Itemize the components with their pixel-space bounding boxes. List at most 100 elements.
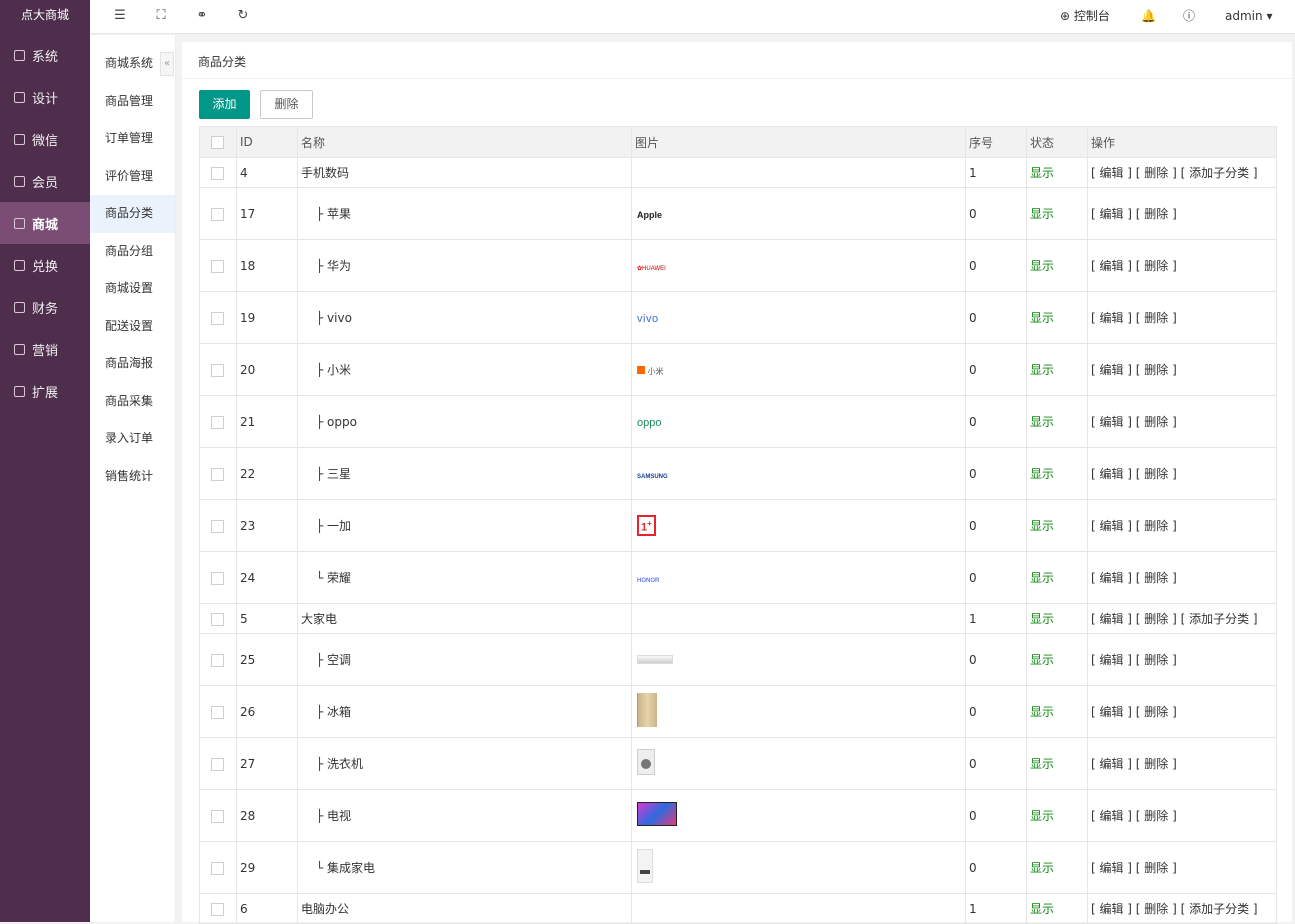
caret-down-icon: ▾: [1266, 9, 1273, 23]
row-checkbox[interactable]: [211, 571, 224, 585]
row-checkbox[interactable]: [211, 207, 224, 221]
left-nav-label: 财务: [32, 301, 59, 317]
row-checkbox[interactable]: [211, 809, 224, 823]
sub-nav-item[interactable]: 商品分组: [90, 233, 175, 271]
row-checkbox[interactable]: [211, 757, 224, 771]
cell-name: 大家电: [297, 603, 632, 634]
row-checkbox[interactable]: [211, 612, 224, 626]
oneplus-logo-image: 1+: [637, 514, 656, 537]
sub-nav-item[interactable]: 配送设置: [90, 308, 175, 346]
row-checkbox[interactable]: [211, 653, 224, 667]
cell-actions[interactable]: [ 编辑 ] [ 删除 ] [ 添加子分类 ]: [1087, 157, 1277, 188]
bell-icon[interactable]: 🔔: [1141, 8, 1156, 24]
cell-actions[interactable]: [ 编辑 ] [ 删除 ]: [1087, 685, 1277, 738]
gift-icon: [14, 343, 25, 355]
row-checkbox[interactable]: [211, 467, 224, 481]
cell-select: [199, 737, 237, 790]
add-button[interactable]: 添加: [199, 90, 250, 119]
cell-select: [199, 685, 237, 738]
table-row: 18 ├ 华为 ✿HUAWEI 0 显示[ 编辑 ] [ 删除 ]: [199, 239, 1277, 292]
cell-actions[interactable]: [ 编辑 ] [ 删除 ]: [1087, 551, 1277, 604]
left-nav: 点大商城 系统 设计 微信 会员 商城 兑换 财务 营销 扩展: [0, 0, 90, 922]
header-select-all[interactable]: [199, 126, 237, 158]
xiaomi-logo-image: 小米: [637, 363, 664, 377]
cell-select: [199, 395, 237, 448]
cell-actions[interactable]: [ 编辑 ] [ 删除 ]: [1087, 737, 1277, 790]
row-checkbox[interactable]: [211, 902, 224, 916]
row-checkbox[interactable]: [211, 861, 224, 875]
apple-logo-image: Apple: [637, 209, 663, 220]
left-nav-item[interactable]: 商城: [0, 202, 90, 244]
console-link[interactable]: ⊕ 控制台: [1060, 8, 1110, 24]
left-nav-item[interactable]: 财务: [0, 286, 90, 328]
fullscreen-icon[interactable]: ⛶: [153, 8, 169, 24]
left-nav-item[interactable]: 微信: [0, 118, 90, 160]
select-all-checkbox[interactable]: [211, 136, 224, 149]
left-nav-item[interactable]: 营销: [0, 328, 90, 370]
row-checkbox[interactable]: [211, 415, 224, 429]
left-nav-list: 系统设计微信 会员 商城 兑换财务营销扩展: [0, 34, 90, 412]
cell-actions[interactable]: [ 编辑 ] [ 删除 ] [ 添加子分类 ]: [1087, 603, 1277, 634]
row-checkbox[interactable]: [211, 519, 224, 533]
left-nav-item[interactable]: 设计: [0, 76, 90, 118]
row-checkbox[interactable]: [211, 705, 224, 719]
cell-actions[interactable]: [ 编辑 ] [ 删除 ]: [1087, 447, 1277, 500]
category-name: ├ 空调: [316, 653, 352, 667]
refresh-icon[interactable]: ↻: [235, 8, 251, 24]
cell-image: Apple: [631, 187, 966, 240]
cell-sort: 0: [965, 789, 1027, 842]
cell-actions[interactable]: [ 编辑 ] [ 删除 ]: [1087, 841, 1277, 894]
cell-actions[interactable]: [ 编辑 ] [ 删除 ]: [1087, 789, 1277, 842]
sub-nav-item[interactable]: 商品分类: [90, 195, 175, 233]
row-checkbox[interactable]: [211, 311, 224, 325]
cell-actions[interactable]: [ 编辑 ] [ 删除 ] [ 添加子分类 ]: [1087, 893, 1277, 924]
row-checkbox[interactable]: [211, 363, 224, 377]
cell-image: [631, 737, 966, 790]
category-name: ├ 洗衣机: [316, 757, 364, 771]
cell-actions[interactable]: [ 编辑 ] [ 删除 ]: [1087, 395, 1277, 448]
link-icon[interactable]: ⚭: [194, 8, 210, 24]
sub-nav-item[interactable]: 商品海报: [90, 345, 175, 383]
delete-button[interactable]: 删除: [260, 90, 313, 119]
left-nav-label: 设计: [32, 91, 59, 107]
user-menu[interactable]: admin ▾: [1225, 8, 1272, 24]
sub-nav-item[interactable]: 商城设置: [90, 270, 175, 308]
cell-id: 20: [236, 343, 298, 396]
cell-actions[interactable]: [ 编辑 ] [ 删除 ]: [1087, 499, 1277, 552]
cell-name: ├ 洗衣机: [297, 737, 632, 790]
table-row: 27 ├ 洗衣机 0 显示[ 编辑 ] [ 删除 ]: [199, 737, 1277, 790]
menu-toggle-icon[interactable]: ☰: [112, 8, 128, 24]
cell-id: 18: [236, 239, 298, 292]
cell-image: [631, 157, 966, 188]
left-nav-item[interactable]: 系统: [0, 34, 90, 76]
cell-actions[interactable]: [ 编辑 ] [ 删除 ]: [1087, 187, 1277, 240]
sub-nav-item[interactable]: 商品采集: [90, 383, 175, 421]
collapse-icon[interactable]: «: [160, 52, 174, 76]
help-icon[interactable]: ⓘ: [1183, 8, 1195, 24]
cell-sort: 0: [965, 291, 1027, 344]
row-checkbox[interactable]: [211, 259, 224, 273]
sub-nav-item[interactable]: 商品管理: [90, 83, 175, 121]
oppo-logo-image: oppo: [637, 416, 662, 429]
row-checkbox[interactable]: [211, 166, 224, 180]
cell-actions[interactable]: [ 编辑 ] [ 删除 ]: [1087, 239, 1277, 292]
cell-select: [199, 551, 237, 604]
cell-status: 显示: [1026, 343, 1088, 396]
sub-nav-item[interactable]: 销售统计: [90, 458, 175, 496]
left-nav-item[interactable]: 兑换: [0, 244, 90, 286]
left-nav-item[interactable]: 扩展: [0, 370, 90, 412]
cell-status: 显示: [1026, 685, 1088, 738]
air-conditioner-image: [637, 653, 673, 667]
cell-actions[interactable]: [ 编辑 ] [ 删除 ]: [1087, 291, 1277, 344]
sub-nav-item[interactable]: 录入订单: [90, 420, 175, 458]
cell-status: 显示: [1026, 499, 1088, 552]
sub-nav-item[interactable]: 订单管理: [90, 120, 175, 158]
exchange-icon: [14, 259, 25, 271]
cell-id: 22: [236, 447, 298, 500]
left-nav-item[interactable]: 会员: [0, 160, 90, 202]
left-nav-label: 营销: [32, 343, 59, 359]
cell-actions[interactable]: [ 编辑 ] [ 删除 ]: [1087, 633, 1277, 686]
cell-actions[interactable]: [ 编辑 ] [ 删除 ]: [1087, 343, 1277, 396]
left-nav-label: 系统: [32, 49, 59, 65]
sub-nav-item[interactable]: 评价管理: [90, 158, 175, 196]
